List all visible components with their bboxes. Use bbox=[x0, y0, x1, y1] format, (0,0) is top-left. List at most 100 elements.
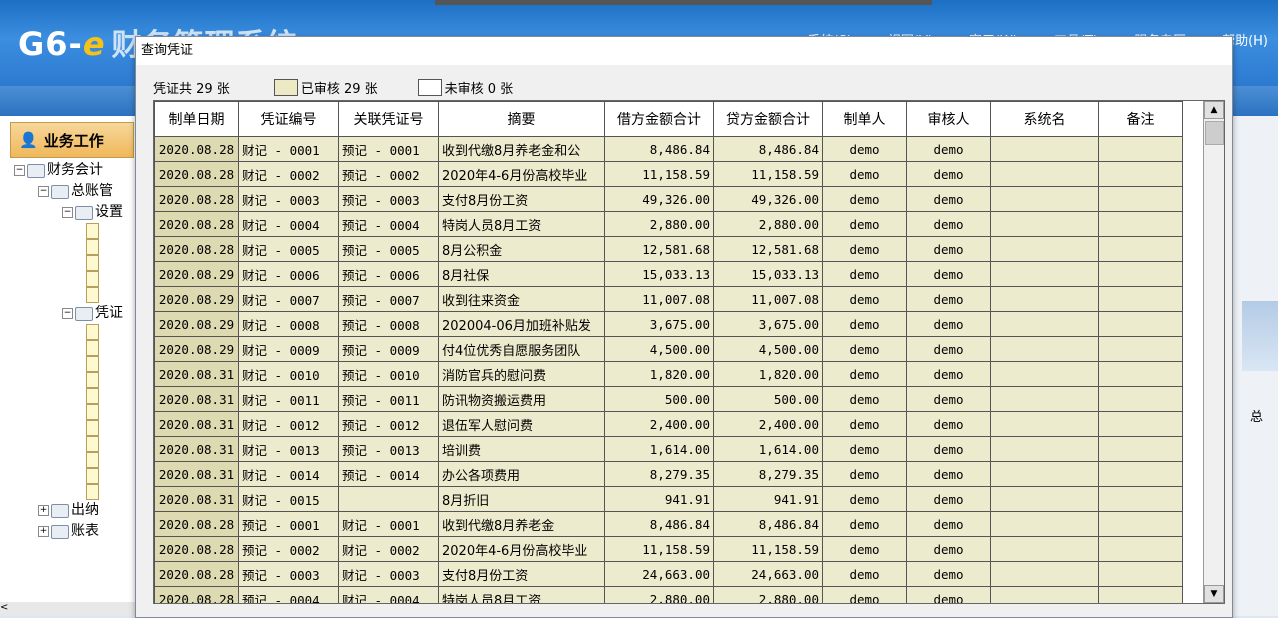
document-icon bbox=[86, 340, 99, 356]
scroll-thumb[interactable] bbox=[1205, 121, 1224, 145]
tree-node[interactable] bbox=[14, 484, 123, 500]
tree-node[interactable] bbox=[14, 271, 123, 287]
table-cell bbox=[1098, 261, 1183, 287]
table-row[interactable]: 2020.08.28 预记 - 0004 财记 - 0004 特岗人员8月工资 2,88… bbox=[154, 586, 1183, 603]
table-row[interactable]: 2020.08.31 财记 - 0010 预记 - 0010 消防官兵的慰问费 1,82… bbox=[154, 361, 1183, 387]
table-cell bbox=[990, 586, 1099, 603]
tree-node[interactable] bbox=[14, 372, 123, 388]
column-header[interactable]: 审核人 bbox=[906, 101, 991, 137]
grid-vscrollbar[interactable]: ▲ ▼ bbox=[1203, 101, 1224, 603]
table-row[interactable]: 2020.08.29 财记 - 0009 预记 - 0009 付4位优秀自愿服务团队 4… bbox=[154, 336, 1183, 362]
column-header[interactable]: 摘要 bbox=[438, 101, 605, 137]
table-cell: demo bbox=[822, 311, 907, 337]
tree-node[interactable] bbox=[14, 239, 123, 255]
table-row[interactable]: 2020.08.28 财记 - 0001 预记 - 0001 收到代缴8月养老金和公 8… bbox=[154, 136, 1183, 162]
tree-node[interactable]: + 出纳 bbox=[14, 500, 123, 521]
table-row[interactable]: 2020.08.29 财记 - 0007 预记 - 0007 收到往来资金 11,007… bbox=[154, 286, 1183, 312]
tree-node[interactable] bbox=[14, 388, 123, 404]
table-cell: 2020.08.31 bbox=[154, 486, 239, 512]
table-cell: 2,400.00 bbox=[604, 411, 714, 437]
tree-node[interactable] bbox=[14, 420, 123, 436]
table-cell bbox=[990, 261, 1099, 287]
table-cell: 2020.08.28 bbox=[154, 236, 239, 262]
table-cell: 2020.08.31 bbox=[154, 411, 239, 437]
table-cell: 2020.08.29 bbox=[154, 261, 239, 287]
column-header[interactable]: 关联凭证号 bbox=[338, 101, 439, 137]
table-cell: demo bbox=[822, 286, 907, 312]
tree-node[interactable] bbox=[14, 340, 123, 356]
tree-node[interactable] bbox=[14, 436, 123, 452]
table-cell bbox=[990, 361, 1099, 387]
collapse-icon[interactable]: − bbox=[38, 186, 49, 197]
column-header[interactable]: 制单人 bbox=[822, 101, 907, 137]
tree-node-label: 财务会计 bbox=[47, 162, 103, 178]
column-header[interactable]: 凭证编号 bbox=[238, 101, 339, 137]
table-cell: 预记 - 0001 bbox=[338, 136, 439, 162]
tree-node[interactable]: − 设置 bbox=[14, 202, 123, 223]
left-hscrollbar[interactable]: < bbox=[0, 602, 138, 616]
tree-node[interactable]: − 凭证 bbox=[14, 303, 123, 324]
table-row[interactable]: 2020.08.31 财记 - 0011 预记 - 0011 防讯物资搬运费用 500.… bbox=[154, 386, 1183, 412]
table-cell: demo bbox=[906, 161, 991, 187]
column-header[interactable]: 贷方金额合计 bbox=[713, 101, 823, 137]
table-row[interactable]: 2020.08.28 财记 - 0005 预记 - 0005 8月公积金 12,581.… bbox=[154, 236, 1183, 262]
table-row[interactable]: 2020.08.29 财记 - 0008 预记 - 0008 202004-06月加班… bbox=[154, 311, 1183, 337]
table-row[interactable]: 2020.08.31 财记 - 0014 预记 - 0014 办公各项费用 8,279.… bbox=[154, 461, 1183, 487]
collapse-icon[interactable]: − bbox=[62, 207, 73, 218]
table-row[interactable]: 2020.08.28 预记 - 0003 财记 - 0003 支付8月份工资 24,66… bbox=[154, 561, 1183, 587]
document-icon bbox=[86, 404, 99, 420]
tree-node[interactable]: + 账表 bbox=[14, 521, 123, 542]
tree-node[interactable] bbox=[14, 324, 123, 340]
table-cell: 财记 - 0002 bbox=[238, 161, 339, 187]
document-icon bbox=[86, 420, 99, 436]
collapse-icon[interactable]: − bbox=[62, 308, 73, 319]
table-row[interactable]: 2020.08.28 财记 - 0004 预记 - 0004 特岗人员8月工资 2,88… bbox=[154, 211, 1183, 237]
table-cell: 支付8月份工资 bbox=[438, 186, 605, 212]
scroll-up-button[interactable]: ▲ bbox=[1204, 101, 1224, 119]
table-row[interactable]: 2020.08.31 财记 - 0012 预记 - 0012 退伍军人慰问费 2,400… bbox=[154, 411, 1183, 437]
business-work-tab[interactable]: 👤 业务工作 bbox=[10, 122, 134, 158]
tree-node[interactable] bbox=[14, 404, 123, 420]
table-row[interactable]: 2020.08.28 财记 - 0002 预记 - 0002 2020年4-6月份高校… bbox=[154, 161, 1183, 187]
tree-node[interactable]: − 财务会计 bbox=[14, 160, 123, 181]
tree-node[interactable] bbox=[14, 468, 123, 484]
table-row[interactable]: 2020.08.28 财记 - 0003 预记 - 0003 支付8月份工资 49,32… bbox=[154, 186, 1183, 212]
tree-node[interactable] bbox=[14, 356, 123, 372]
table-cell: 财记 - 0002 bbox=[338, 536, 439, 562]
table-cell bbox=[1098, 461, 1183, 487]
table-cell: 预记 - 0002 bbox=[238, 536, 339, 562]
table-row[interactable]: 2020.08.31 财记 - 0015 8月折旧 941.91 941.91 demo d… bbox=[154, 486, 1183, 512]
column-header[interactable]: 备注 bbox=[1098, 101, 1183, 137]
tree-node[interactable] bbox=[14, 452, 123, 468]
tree-node[interactable] bbox=[14, 287, 123, 303]
table-row[interactable]: 2020.08.28 预记 - 0001 财记 - 0001 收到代缴8月养老金 8,4… bbox=[154, 511, 1183, 537]
column-header[interactable]: 借方金额合计 bbox=[604, 101, 714, 137]
column-header[interactable]: 系统名 bbox=[990, 101, 1099, 137]
table-cell: demo bbox=[906, 461, 991, 487]
table-row[interactable]: 2020.08.31 财记 - 0013 预记 - 0013 培训费 1,614.00 1… bbox=[154, 436, 1183, 462]
tree-node[interactable] bbox=[14, 223, 123, 239]
table-cell: 财记 - 0003 bbox=[238, 186, 339, 212]
table-cell: demo bbox=[822, 211, 907, 237]
table-cell: demo bbox=[906, 336, 991, 362]
document-icon bbox=[86, 324, 99, 340]
document-icon bbox=[86, 223, 99, 239]
tree-node[interactable] bbox=[14, 255, 123, 271]
column-header[interactable]: 制单日期 bbox=[154, 101, 239, 137]
scroll-down-button[interactable]: ▼ bbox=[1204, 585, 1224, 603]
table-cell bbox=[1098, 511, 1183, 537]
table-cell: 2020年4-6月份高校毕业 bbox=[438, 161, 605, 187]
voucher-table: 制单日期 凭证编号 关联凭证号 摘要 借方金额合计 贷方金额合计 制单人 审核人 系统名 备注 2… bbox=[154, 101, 1183, 603]
table-cell: 付4位优秀自愿服务团队 bbox=[438, 336, 605, 362]
expand-icon[interactable]: + bbox=[38, 526, 49, 537]
table-row[interactable]: 2020.08.28 预记 - 0002 财记 - 0002 2020年4-6月份高校… bbox=[154, 536, 1183, 562]
table-row[interactable]: 2020.08.29 财记 - 0006 预记 - 0006 8月社保 15,033.1… bbox=[154, 261, 1183, 287]
table-cell: demo bbox=[822, 586, 907, 603]
table-cell: 2020年4-6月份高校毕业 bbox=[438, 536, 605, 562]
table-cell: 预记 - 0013 bbox=[338, 436, 439, 462]
table-cell bbox=[1098, 186, 1183, 212]
expand-icon[interactable]: + bbox=[38, 505, 49, 516]
table-cell: 8月公积金 bbox=[438, 236, 605, 262]
tree-node[interactable]: − 总账管 bbox=[14, 181, 123, 202]
collapse-icon[interactable]: − bbox=[14, 165, 25, 176]
